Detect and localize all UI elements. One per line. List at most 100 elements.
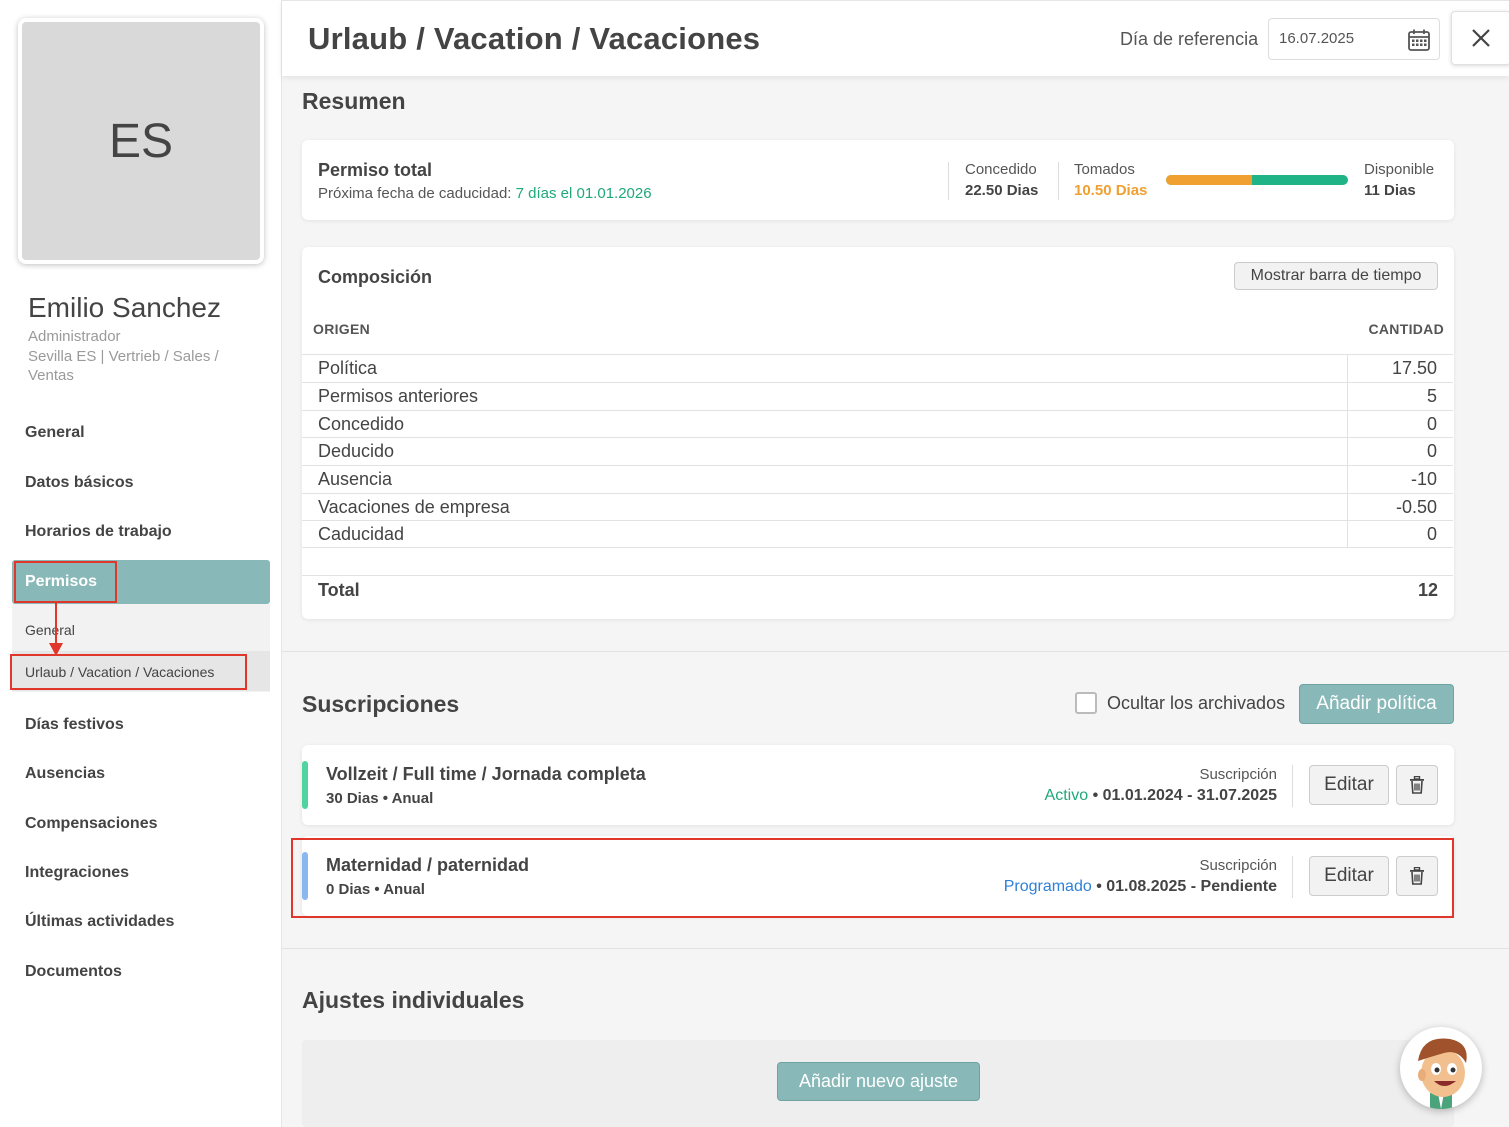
close-button[interactable] xyxy=(1451,11,1509,65)
subscription-period: • 01.08.2025 - Pendiente xyxy=(1091,878,1277,895)
table-divider xyxy=(302,547,1453,548)
subitem-vacaciones[interactable]: Urlaub / Vacation / Vacaciones xyxy=(25,664,214,680)
column-header-origin: ORIGEN xyxy=(313,321,371,337)
user-role: Administrador xyxy=(28,328,121,345)
main-panel: Urlaub / Vacation / Vacaciones Día de re… xyxy=(282,0,1509,1127)
subscription-meta: 0 Dias • Anual xyxy=(326,881,425,898)
edit-button[interactable]: Editar xyxy=(1309,856,1389,896)
total-label: Total xyxy=(318,580,360,600)
hide-archived-checkbox[interactable] xyxy=(1075,692,1097,714)
page-title: Urlaub / Vacation / Vacaciones xyxy=(308,21,761,56)
trash-icon xyxy=(1410,776,1424,794)
table-row: Vacaciones de empresa -0.50 xyxy=(302,493,1453,521)
subscription-period: • 01.01.2024 - 31.07.2025 xyxy=(1088,787,1277,804)
composition-title: Composición xyxy=(318,267,433,287)
sidebar: ES Emilio Sanchez Administrador Sevilla … xyxy=(0,0,282,1127)
section-divider xyxy=(282,651,1509,652)
row-amount: 5 xyxy=(1426,386,1437,406)
support-mascot-icon xyxy=(1418,1038,1467,1109)
table-row: Permisos anteriores 5 xyxy=(302,382,1453,410)
row-origin: Caducidad xyxy=(318,524,405,544)
add-adjustment-button[interactable]: Añadir nuevo ajuste xyxy=(777,1062,980,1101)
show-timeline-button[interactable]: Mostrar barra de tiempo xyxy=(1234,262,1438,290)
leave-progress-bar xyxy=(1166,175,1348,185)
composition-card: Composición Mostrar barra de tiempo ORIG… xyxy=(302,247,1454,619)
subscription-status-badge: Programado xyxy=(1003,878,1092,895)
sidebar-item-documentos[interactable]: Documentos xyxy=(25,963,122,981)
sidebar-item-general[interactable]: General xyxy=(25,424,85,442)
subscriptions-section-title: Suscripciones xyxy=(302,691,460,717)
table-row: Política 17.50 xyxy=(302,354,1453,382)
table-row: Ausencia -10 xyxy=(302,465,1453,493)
column-divider xyxy=(1347,354,1348,547)
user-department: Sevilla ES | Vertrieb / Sales / Ventas xyxy=(28,348,219,384)
row-amount: 17.50 xyxy=(1391,358,1437,378)
summary-expiry: Próxima fecha de caducidad: 7 días el 01… xyxy=(318,185,652,202)
sidebar-item-datos-basicos[interactable]: Datos básicos xyxy=(25,474,133,492)
summary-title: Permiso total xyxy=(318,160,433,180)
add-policy-button[interactable]: Añadir política xyxy=(1299,684,1454,724)
granted-label: Concedido xyxy=(965,161,1037,178)
sidebar-item-dias-festivos[interactable]: Días festivos xyxy=(25,716,124,734)
hide-archived-label[interactable]: Ocultar los archivados xyxy=(1107,693,1285,714)
table-row: Deducido 0 xyxy=(302,437,1453,465)
leave-progress-taken xyxy=(1166,175,1252,185)
sidebar-item-integraciones[interactable]: Integraciones xyxy=(25,864,129,882)
subscription-divider xyxy=(1292,765,1293,807)
summary-section-title: Resumen xyxy=(302,88,406,114)
granted-value: 22.50 Dias xyxy=(965,182,1039,199)
sidebar-item-horarios[interactable]: Horarios de trabajo xyxy=(25,523,172,541)
taken-value: 10.50 Dias xyxy=(1074,182,1148,199)
trash-icon xyxy=(1410,867,1424,885)
subscription-status-accent xyxy=(302,761,308,809)
row-origin: Concedido xyxy=(318,414,405,434)
delete-button[interactable] xyxy=(1396,856,1438,896)
header: Urlaub / Vacation / Vacaciones Día de re… xyxy=(282,0,1509,76)
available-value: 11 Dias xyxy=(1364,182,1416,199)
subscription-card: Vollzeit / Full time / Jornada completa … xyxy=(302,745,1454,825)
edit-button[interactable]: Editar xyxy=(1309,765,1389,805)
support-chat-button[interactable] xyxy=(1400,1027,1482,1109)
annotation-arrow-icon xyxy=(49,603,63,656)
row-amount: -10 xyxy=(1410,469,1437,489)
subscription-label: Suscripción xyxy=(1199,766,1277,783)
subscription-name: Maternidad / paternidad xyxy=(326,855,530,875)
row-origin: Política xyxy=(318,358,378,378)
subscription-divider xyxy=(1292,856,1293,898)
subscription-name: Vollzeit / Full time / Jornada completa xyxy=(326,764,646,784)
summary-card: Permiso total Próxima fecha de caducidad… xyxy=(302,140,1454,220)
row-amount: 0 xyxy=(1426,414,1437,434)
row-origin: Ausencia xyxy=(318,469,393,489)
sidebar-item-compensaciones[interactable]: Compensaciones xyxy=(25,815,157,833)
table-row: Caducidad 0 xyxy=(302,520,1453,548)
table-row: Concedido 0 xyxy=(302,410,1453,438)
row-amount: -0.50 xyxy=(1395,497,1437,517)
subscription-status: Activo • 01.01.2024 - 31.07.2025 xyxy=(1045,787,1277,805)
calendar-icon[interactable] xyxy=(1407,28,1431,52)
row-origin: Permisos anteriores xyxy=(318,386,479,406)
delete-button[interactable] xyxy=(1396,765,1438,805)
avatar: ES xyxy=(18,18,264,264)
taken-label: Tomados xyxy=(1074,161,1135,178)
row-origin: Vacaciones de empresa xyxy=(318,497,510,517)
summary-divider xyxy=(1058,162,1059,200)
subscription-status-badge: Activo xyxy=(1044,787,1089,804)
adjustments-section-title: Ajustes individuales xyxy=(302,987,525,1013)
summary-expiry-value: 7 días el 01.01.2026 xyxy=(515,185,652,202)
sidebar-item-permisos-label: Permisos xyxy=(25,573,98,590)
sidebar-item-ultimas-actividades[interactable]: Últimas actividades xyxy=(25,913,174,931)
available-label: Disponible xyxy=(1364,161,1435,178)
total-value: 12 xyxy=(1417,580,1438,600)
row-amount: 0 xyxy=(1426,441,1437,461)
subscription-status: Programado • 01.08.2025 - Pendiente xyxy=(1004,878,1277,896)
user-name: Emilio Sanchez xyxy=(28,292,221,323)
subscription-card: Maternidad / paternidad 0 Dias • Anual S… xyxy=(302,836,1454,916)
column-header-amount: CANTIDAD xyxy=(1368,321,1444,337)
summary-divider xyxy=(948,162,949,200)
sidebar-item-ausencias[interactable]: Ausencias xyxy=(25,765,105,783)
table-divider xyxy=(302,575,1453,576)
row-amount: 0 xyxy=(1426,524,1437,544)
subscription-status-accent xyxy=(302,852,308,900)
reference-date-value: 16.07.2025 xyxy=(1279,30,1355,47)
reference-date-input[interactable]: 16.07.2025 xyxy=(1268,18,1440,60)
